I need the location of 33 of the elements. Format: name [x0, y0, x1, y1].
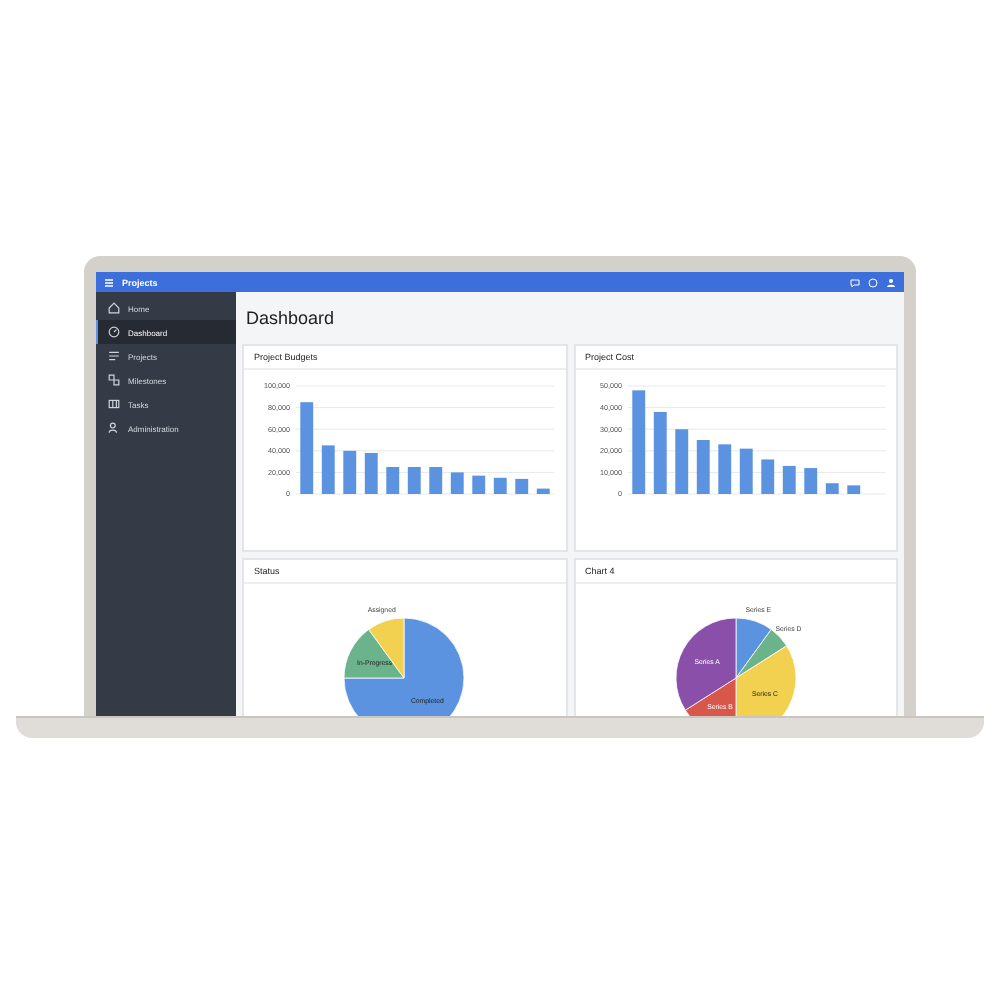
- bar: [760, 459, 774, 494]
- bar: [824, 483, 838, 494]
- bar: [429, 467, 443, 494]
- table-icon: [108, 398, 120, 410]
- user-icon[interactable]: [886, 277, 896, 287]
- page-title: Dashboard: [246, 308, 337, 328]
- list-icon: [108, 350, 120, 362]
- bar: [803, 468, 817, 494]
- bar: [450, 472, 464, 494]
- user-icon: [108, 422, 120, 434]
- gauge-icon: [108, 326, 120, 338]
- bar: [407, 467, 421, 494]
- bar: [493, 477, 507, 494]
- bar: [343, 450, 357, 494]
- bar: [515, 478, 529, 494]
- bar: [695, 440, 709, 494]
- bar: [472, 475, 486, 494]
- bar: [536, 488, 550, 494]
- bar: [364, 452, 378, 494]
- bar: [717, 444, 731, 494]
- menu-icon[interactable]: [104, 277, 114, 287]
- bar: [300, 402, 314, 494]
- help-icon[interactable]: [868, 277, 878, 287]
- bar: [674, 429, 688, 494]
- chat-icon[interactable]: [850, 277, 860, 287]
- bar: [781, 465, 795, 494]
- bar: [631, 390, 645, 494]
- home-icon: [108, 302, 120, 314]
- bar: [652, 411, 666, 494]
- bar: [386, 467, 400, 494]
- bar: [321, 445, 335, 494]
- bar: [738, 448, 752, 494]
- bar: [846, 485, 860, 494]
